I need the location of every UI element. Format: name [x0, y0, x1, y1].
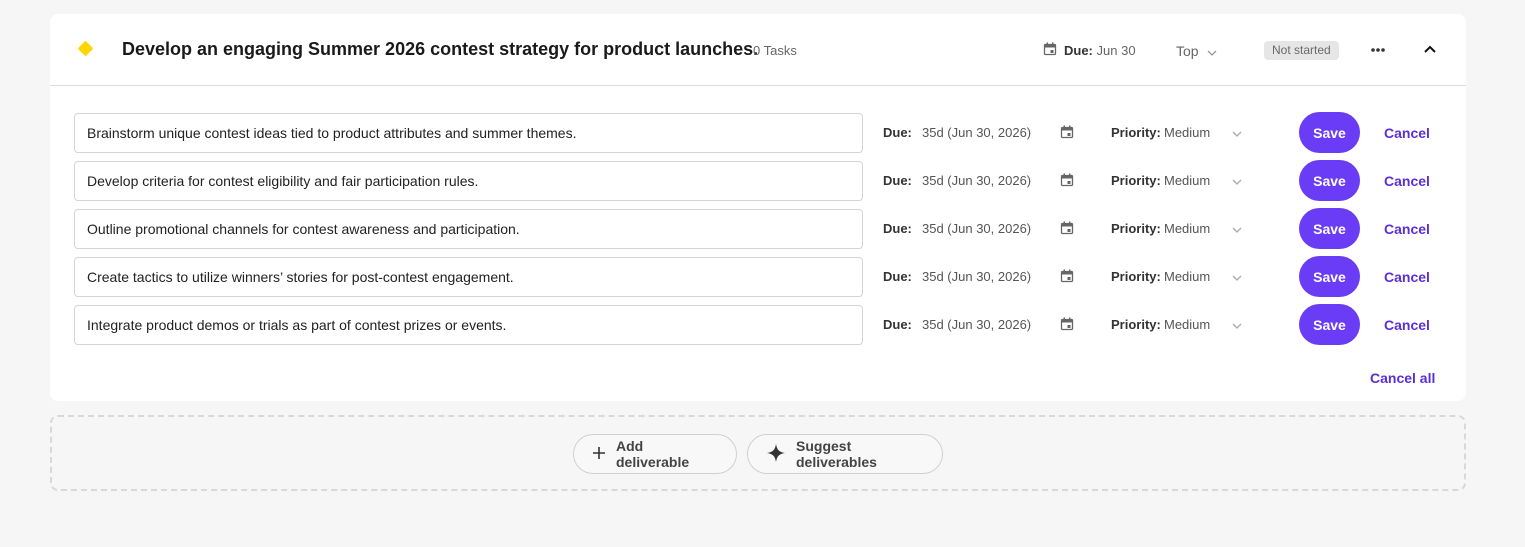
priority-value: Medium — [1164, 221, 1211, 236]
cancel-all-button[interactable]: Cancel all — [1370, 370, 1435, 386]
chevron-down-icon — [1207, 43, 1217, 59]
goal-due[interactable]: Due: Jun 30 — [1064, 43, 1136, 58]
goal-card: Develop an engaging Summer 2026 contest … — [50, 14, 1466, 401]
deliverable-input[interactable] — [74, 161, 863, 201]
priority-value: Medium — [1164, 317, 1211, 332]
status-badge[interactable]: Not started — [1264, 41, 1339, 60]
deliverable-input[interactable] — [74, 305, 863, 345]
cancel-button[interactable]: Cancel — [1384, 173, 1430, 189]
chevron-up-icon[interactable] — [1423, 42, 1437, 61]
due-value[interactable]: 35d (Jun 30, 2026) — [922, 317, 1031, 332]
save-button[interactable]: Save — [1299, 256, 1360, 297]
priority-dropdown[interactable]: Medium — [1164, 221, 1242, 236]
due-value[interactable]: 35d (Jun 30, 2026) — [922, 173, 1031, 188]
goal-due-label: Due: — [1064, 43, 1093, 58]
goal-due-value: Jun 30 — [1096, 43, 1136, 58]
priority-dropdown[interactable]: Medium — [1164, 125, 1242, 140]
calendar-icon — [1043, 42, 1057, 61]
calendar-icon[interactable] — [1060, 173, 1074, 192]
priority-label: Priority: — [1111, 221, 1161, 236]
priority-dropdown[interactable]: Medium — [1164, 317, 1242, 332]
chevron-down-icon — [1232, 317, 1242, 332]
goal-priority-value: Top — [1176, 43, 1199, 59]
deliverable-row: Due: 35d (Jun 30, 2026) Priority: Medium… — [74, 208, 1444, 249]
calendar-icon[interactable] — [1060, 221, 1074, 240]
calendar-icon[interactable] — [1060, 125, 1074, 144]
deliverable-actions-area: Add deliverable Suggest deliverables — [50, 415, 1466, 491]
priority-label: Priority: — [1111, 125, 1161, 140]
goal-priority-dropdown[interactable]: Top — [1176, 43, 1217, 59]
due-value[interactable]: 35d (Jun 30, 2026) — [922, 269, 1031, 284]
priority-label: Priority: — [1111, 173, 1161, 188]
deliverable-row: Due: 35d (Jun 30, 2026) Priority: Medium… — [74, 304, 1444, 345]
task-count: 0 Tasks — [753, 43, 797, 58]
save-button[interactable]: Save — [1299, 208, 1360, 249]
priority-label: Priority: — [1111, 317, 1161, 332]
deliverable-row: Due: 35d (Jun 30, 2026) Priority: Medium… — [74, 160, 1444, 201]
due-label: Due: — [883, 269, 912, 284]
due-value[interactable]: 35d (Jun 30, 2026) — [922, 221, 1031, 236]
priority-value: Medium — [1164, 125, 1211, 140]
save-button[interactable]: Save — [1299, 160, 1360, 201]
suggest-deliverables-label: Suggest deliverables — [796, 438, 877, 470]
priority-dropdown[interactable]: Medium — [1164, 173, 1242, 188]
due-label: Due: — [883, 173, 912, 188]
priority-value: Medium — [1164, 269, 1211, 284]
cancel-button[interactable]: Cancel — [1384, 221, 1430, 237]
suggest-deliverables-button[interactable]: Suggest deliverables — [747, 434, 943, 474]
chevron-down-icon — [1232, 269, 1242, 284]
chevron-down-icon — [1232, 125, 1242, 140]
add-deliverable-label: Add deliverable — [616, 438, 690, 470]
priority-dropdown[interactable]: Medium — [1164, 269, 1242, 284]
priority-label: Priority: — [1111, 269, 1161, 284]
deliverable-list: Due: 35d (Jun 30, 2026) Priority: Medium… — [74, 112, 1444, 353]
save-button[interactable]: Save — [1299, 304, 1360, 345]
deliverable-input[interactable] — [74, 113, 863, 153]
due-label: Due: — [883, 317, 912, 332]
deliverable-input[interactable] — [74, 209, 863, 249]
chevron-down-icon — [1232, 221, 1242, 236]
cancel-button[interactable]: Cancel — [1384, 317, 1430, 333]
priority-value: Medium — [1164, 173, 1211, 188]
due-label: Due: — [883, 125, 912, 140]
due-value[interactable]: 35d (Jun 30, 2026) — [922, 125, 1031, 140]
goal-title[interactable]: Develop an engaging Summer 2026 contest … — [122, 39, 758, 60]
diamond-icon — [77, 40, 94, 57]
calendar-icon[interactable] — [1060, 317, 1074, 336]
sparkle-icon — [766, 443, 786, 466]
chevron-down-icon — [1232, 173, 1242, 188]
deliverable-input[interactable] — [74, 257, 863, 297]
add-deliverable-button[interactable]: Add deliverable — [573, 434, 737, 474]
calendar-icon[interactable] — [1060, 269, 1074, 288]
plus-icon — [592, 446, 606, 463]
cancel-button[interactable]: Cancel — [1384, 125, 1430, 141]
due-label: Due: — [883, 221, 912, 236]
deliverable-row: Due: 35d (Jun 30, 2026) Priority: Medium… — [74, 112, 1444, 153]
save-button[interactable]: Save — [1299, 112, 1360, 153]
goal-header: Develop an engaging Summer 2026 contest … — [50, 14, 1466, 86]
more-horizontal-icon[interactable] — [1370, 42, 1386, 63]
cancel-button[interactable]: Cancel — [1384, 269, 1430, 285]
deliverable-row: Due: 35d (Jun 30, 2026) Priority: Medium… — [74, 256, 1444, 297]
